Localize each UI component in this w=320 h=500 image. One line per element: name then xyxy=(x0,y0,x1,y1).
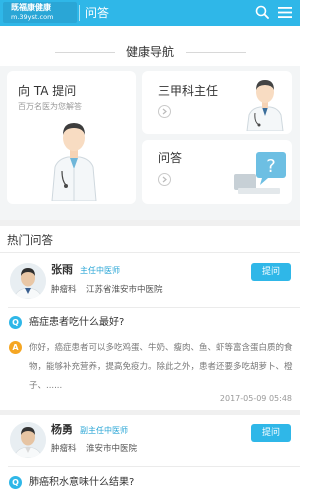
chief-physician-title: 三甲科主任 xyxy=(158,84,219,98)
qa-card-title: 问答 xyxy=(158,151,183,165)
chevron-right-icon xyxy=(158,173,171,186)
divider xyxy=(8,466,300,467)
qa-card[interactable]: 问答 ? xyxy=(142,140,292,204)
answer-text[interactable]: 你好，癌症患者可以多吃鸡蛋、牛奶、瘦肉、鱼、虾等富含蛋白质的食物，能够补充营养，… xyxy=(29,339,293,397)
divider xyxy=(0,252,300,253)
menu-icon[interactable] xyxy=(278,6,292,19)
doctor-name: 张雨 xyxy=(51,263,73,276)
section-gap xyxy=(0,410,300,415)
header-divider xyxy=(79,5,80,21)
top-bar: 既福康健康 m.39yst.com 问答 xyxy=(0,0,300,26)
chief-physician-card[interactable]: 三甲科主任 xyxy=(142,71,292,134)
doctor-avatar xyxy=(10,422,46,458)
nav-title-line-right xyxy=(186,52,246,53)
page-title: 问答 xyxy=(85,6,110,20)
logo-name: 既福康健康 xyxy=(11,3,51,12)
doctor-photo-icon xyxy=(10,263,46,299)
health-nav-title: 健康导航 xyxy=(125,45,174,59)
doctor-title: 主任中医师 xyxy=(80,266,120,275)
ask-doctor-title: 向 TA 提问 xyxy=(18,84,77,98)
doctor-avatar xyxy=(10,263,46,299)
doctor-department: 肿瘤科 xyxy=(51,285,77,295)
ask-button[interactable]: 提问 xyxy=(251,424,291,442)
chevron-right-icon xyxy=(158,105,171,118)
doctor-hospital: 淮安市中医院 xyxy=(86,444,138,454)
divider xyxy=(8,307,300,308)
doctor-name: 杨勇 xyxy=(51,423,73,436)
ask-button[interactable]: 提问 xyxy=(251,263,291,281)
ask-doctor-subtitle: 百万名医为您解答 xyxy=(18,102,82,111)
site-logo[interactable]: 既福康健康 m.39yst.com xyxy=(3,2,77,23)
qa-chat-illustration: ? xyxy=(234,152,286,194)
question-text[interactable]: 癌症患者吃什么最好? xyxy=(29,316,124,330)
hot-qa-title: 热门问答 xyxy=(7,233,53,247)
doctor-title: 副主任中医师 xyxy=(80,426,128,435)
answer-time: 2017-05-09 05:48 xyxy=(219,394,292,403)
doctor-department: 肿瘤科 xyxy=(51,444,77,454)
question-badge-icon: Q xyxy=(9,316,22,329)
search-icon[interactable] xyxy=(255,5,269,19)
logo-url: m.39yst.com xyxy=(11,13,54,21)
svg-text:?: ? xyxy=(266,156,276,177)
ask-doctor-card[interactable]: 向 TA 提问 百万名医为您解答 xyxy=(7,71,136,204)
section-gap xyxy=(0,220,300,226)
answer-badge-icon: A xyxy=(9,341,22,354)
doctor-photo-icon xyxy=(10,422,46,458)
doctor-hospital: 江苏省淮安市中医院 xyxy=(86,285,163,295)
question-badge-icon: Q xyxy=(9,476,22,489)
chief-doctor-illustration xyxy=(246,80,284,131)
question-text[interactable]: 肺癌积水意味什么结果? xyxy=(29,476,134,490)
doctor-illustration xyxy=(51,123,97,201)
